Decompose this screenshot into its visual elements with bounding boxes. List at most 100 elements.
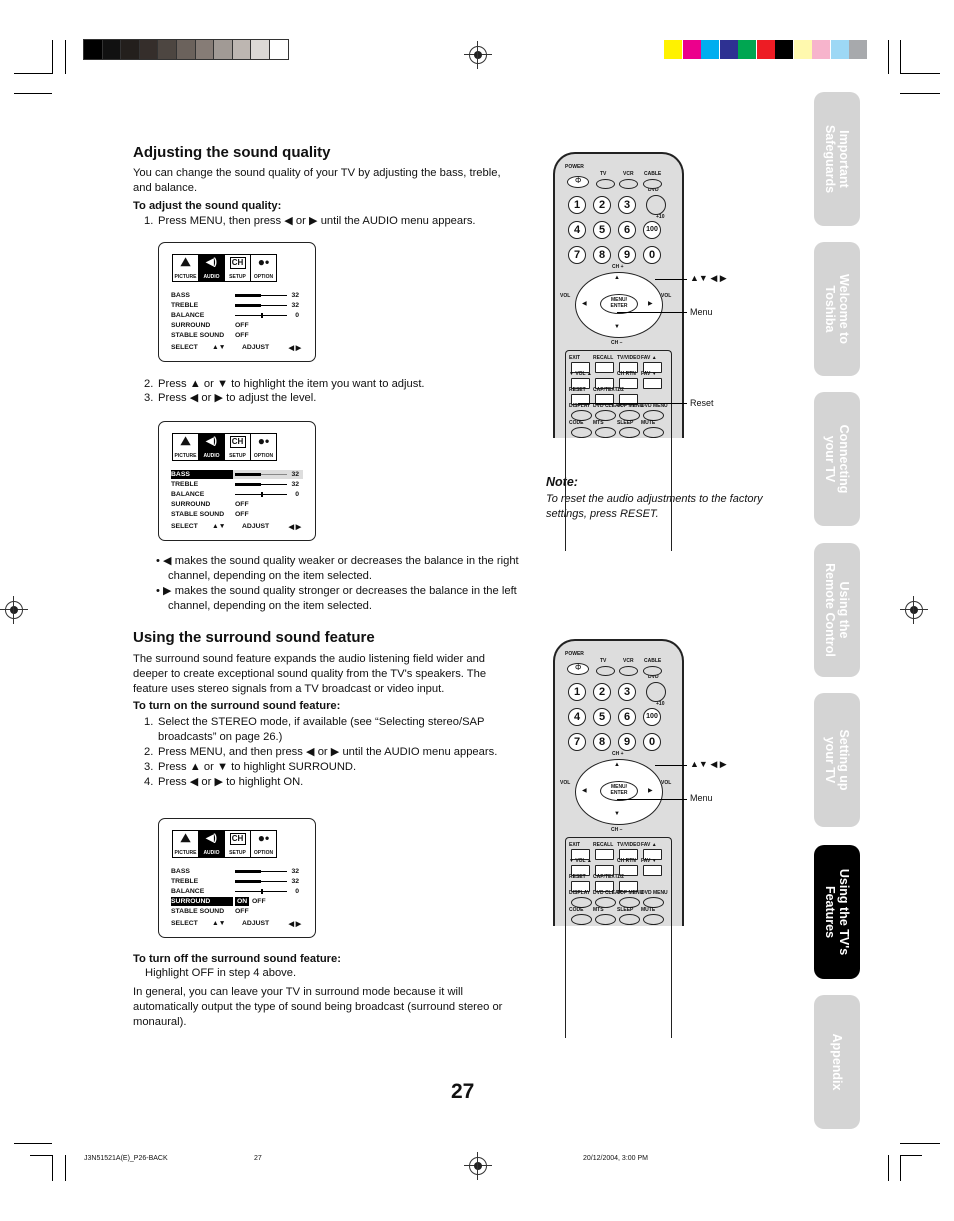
picture-icon: ⛰	[180, 831, 191, 845]
button-label: ▼ VOL ▲	[569, 371, 592, 377]
tab-label: PICTURE	[174, 274, 197, 280]
cable-label: CABLE	[644, 171, 662, 177]
subheading-turn-on: To turn on the surround sound feature:	[133, 700, 341, 712]
crop-mark	[65, 40, 66, 74]
button-code[interactable]	[571, 914, 592, 925]
dvd-button[interactable]	[646, 682, 666, 702]
select-label: SELECT	[171, 344, 198, 351]
digit-button-9[interactable]: 9	[618, 246, 636, 264]
crop-mark	[900, 93, 940, 94]
power-button[interactable]: Φ	[567, 663, 589, 675]
digit-button-3[interactable]: 3	[618, 683, 636, 701]
button-recall[interactable]	[595, 849, 614, 860]
cable-label: CABLE	[644, 658, 662, 664]
button-sleep[interactable]	[619, 914, 640, 925]
digit-button-8[interactable]: 8	[593, 733, 611, 751]
button-mute[interactable]	[643, 427, 664, 438]
button-mts[interactable]	[595, 427, 616, 438]
item-value: 32	[291, 302, 299, 309]
digit-button-4[interactable]: 4	[568, 221, 586, 239]
side-tab-label: Welcome to Toshiba	[823, 274, 851, 344]
item-label: BALANCE	[171, 888, 205, 895]
digit-button-100[interactable]: 100	[643, 221, 661, 239]
menu-row-surround: SURROUND OFF	[171, 321, 299, 330]
step-number: 2.	[144, 378, 154, 390]
audio-icon: ◀)	[205, 257, 218, 268]
button-code[interactable]	[571, 427, 592, 438]
surround-intro-text: The surround sound feature expands the a…	[133, 653, 487, 695]
digit-button-7[interactable]: 7	[568, 246, 586, 264]
crop-mark	[900, 40, 901, 74]
menu-enter-button[interactable]: MENU/ ENTER	[600, 781, 638, 801]
subheading-adjust: To adjust the sound quality:	[133, 200, 282, 212]
tab-label: SETUP	[229, 453, 246, 459]
digit-button-2[interactable]: 2	[593, 683, 611, 701]
digit-button-100[interactable]: 100	[643, 708, 661, 726]
crop-mark	[30, 1155, 52, 1156]
menu-row-surround: SURROUND ON OFF	[171, 897, 299, 906]
color-swatch	[812, 40, 830, 59]
crop-mark	[900, 73, 940, 74]
side-tab-1[interactable]: Welcome to Toshiba	[814, 242, 860, 376]
side-tab-4[interactable]: Setting up your TV	[814, 693, 860, 827]
vcr-button[interactable]	[619, 666, 638, 676]
cable-button[interactable]	[643, 666, 662, 676]
side-tab-5[interactable]: Using the TV's Features	[814, 845, 860, 979]
menu-row-treble: TREBLE 32	[171, 877, 299, 886]
dvd-button[interactable]	[646, 195, 666, 215]
menu-row-balance: BALANCE 0	[171, 311, 299, 320]
button-label: SLEEP	[617, 907, 634, 913]
vol-plus-label: VOL	[661, 780, 672, 786]
digit-button-3[interactable]: 3	[618, 196, 636, 214]
button-mute[interactable]	[643, 914, 664, 925]
side-tab-0[interactable]: Important Safeguards	[814, 92, 860, 226]
registration-mark	[900, 596, 928, 624]
cable-button[interactable]	[643, 179, 662, 189]
item-value: 0	[295, 312, 299, 319]
button-label: RECALL	[593, 842, 614, 848]
select-keys: ▲▼	[212, 920, 226, 927]
digit-button-0[interactable]: 0	[643, 246, 661, 264]
tv-label: TV	[600, 658, 607, 664]
tab-option: ●• OPTION	[251, 255, 276, 281]
adjust-keys: ◀ ▶	[288, 345, 301, 352]
power-button[interactable]: Φ	[567, 176, 589, 188]
tab-label: OPTION	[253, 274, 274, 280]
side-tab-3[interactable]: Using the Remote Control	[814, 543, 860, 677]
tv-button[interactable]	[596, 179, 615, 189]
digit-button-2[interactable]: 2	[593, 196, 611, 214]
digit-button-4[interactable]: 4	[568, 708, 586, 726]
tab-label: AUDIO	[203, 274, 220, 280]
item-label: SURROUND	[171, 897, 233, 906]
digit-button-6[interactable]: 6	[618, 221, 636, 239]
slider-fill	[235, 473, 261, 476]
digit-button-9[interactable]: 9	[618, 733, 636, 751]
item-value: OFF	[235, 908, 249, 915]
tv-button[interactable]	[596, 666, 615, 676]
digit-button-8[interactable]: 8	[593, 246, 611, 264]
tab-setup: CH SETUP	[225, 255, 251, 281]
digit-button-5[interactable]: 5	[593, 708, 611, 726]
menu-enter-button[interactable]: MENU/ ENTER	[600, 294, 638, 314]
side-tab-2[interactable]: Connecting your TV	[814, 392, 860, 526]
digit-button-0[interactable]: 0	[643, 733, 661, 751]
tab-audio: ◀) AUDIO	[199, 831, 225, 857]
tab-picture: ⛰ PICTURE	[173, 434, 199, 460]
button-fav-[interactable]	[643, 865, 662, 876]
digit-button-1[interactable]: 1	[568, 196, 586, 214]
digit-button-7[interactable]: 7	[568, 733, 586, 751]
side-tab-6[interactable]: Appendix	[814, 995, 860, 1129]
vcr-button[interactable]	[619, 179, 638, 189]
level-slider	[235, 313, 287, 318]
slider-knob	[261, 313, 263, 318]
button-fav-[interactable]	[643, 378, 662, 389]
digit-button-1[interactable]: 1	[568, 683, 586, 701]
digit-button-6[interactable]: 6	[618, 708, 636, 726]
button-mts[interactable]	[595, 914, 616, 925]
tab-label: PICTURE	[174, 453, 197, 459]
digit-button-5[interactable]: 5	[593, 221, 611, 239]
button-recall[interactable]	[595, 362, 614, 373]
step-number: 4.	[144, 776, 154, 788]
bullet-text: ◀ makes the sound quality weaker or decr…	[163, 555, 519, 582]
button-sleep[interactable]	[619, 427, 640, 438]
